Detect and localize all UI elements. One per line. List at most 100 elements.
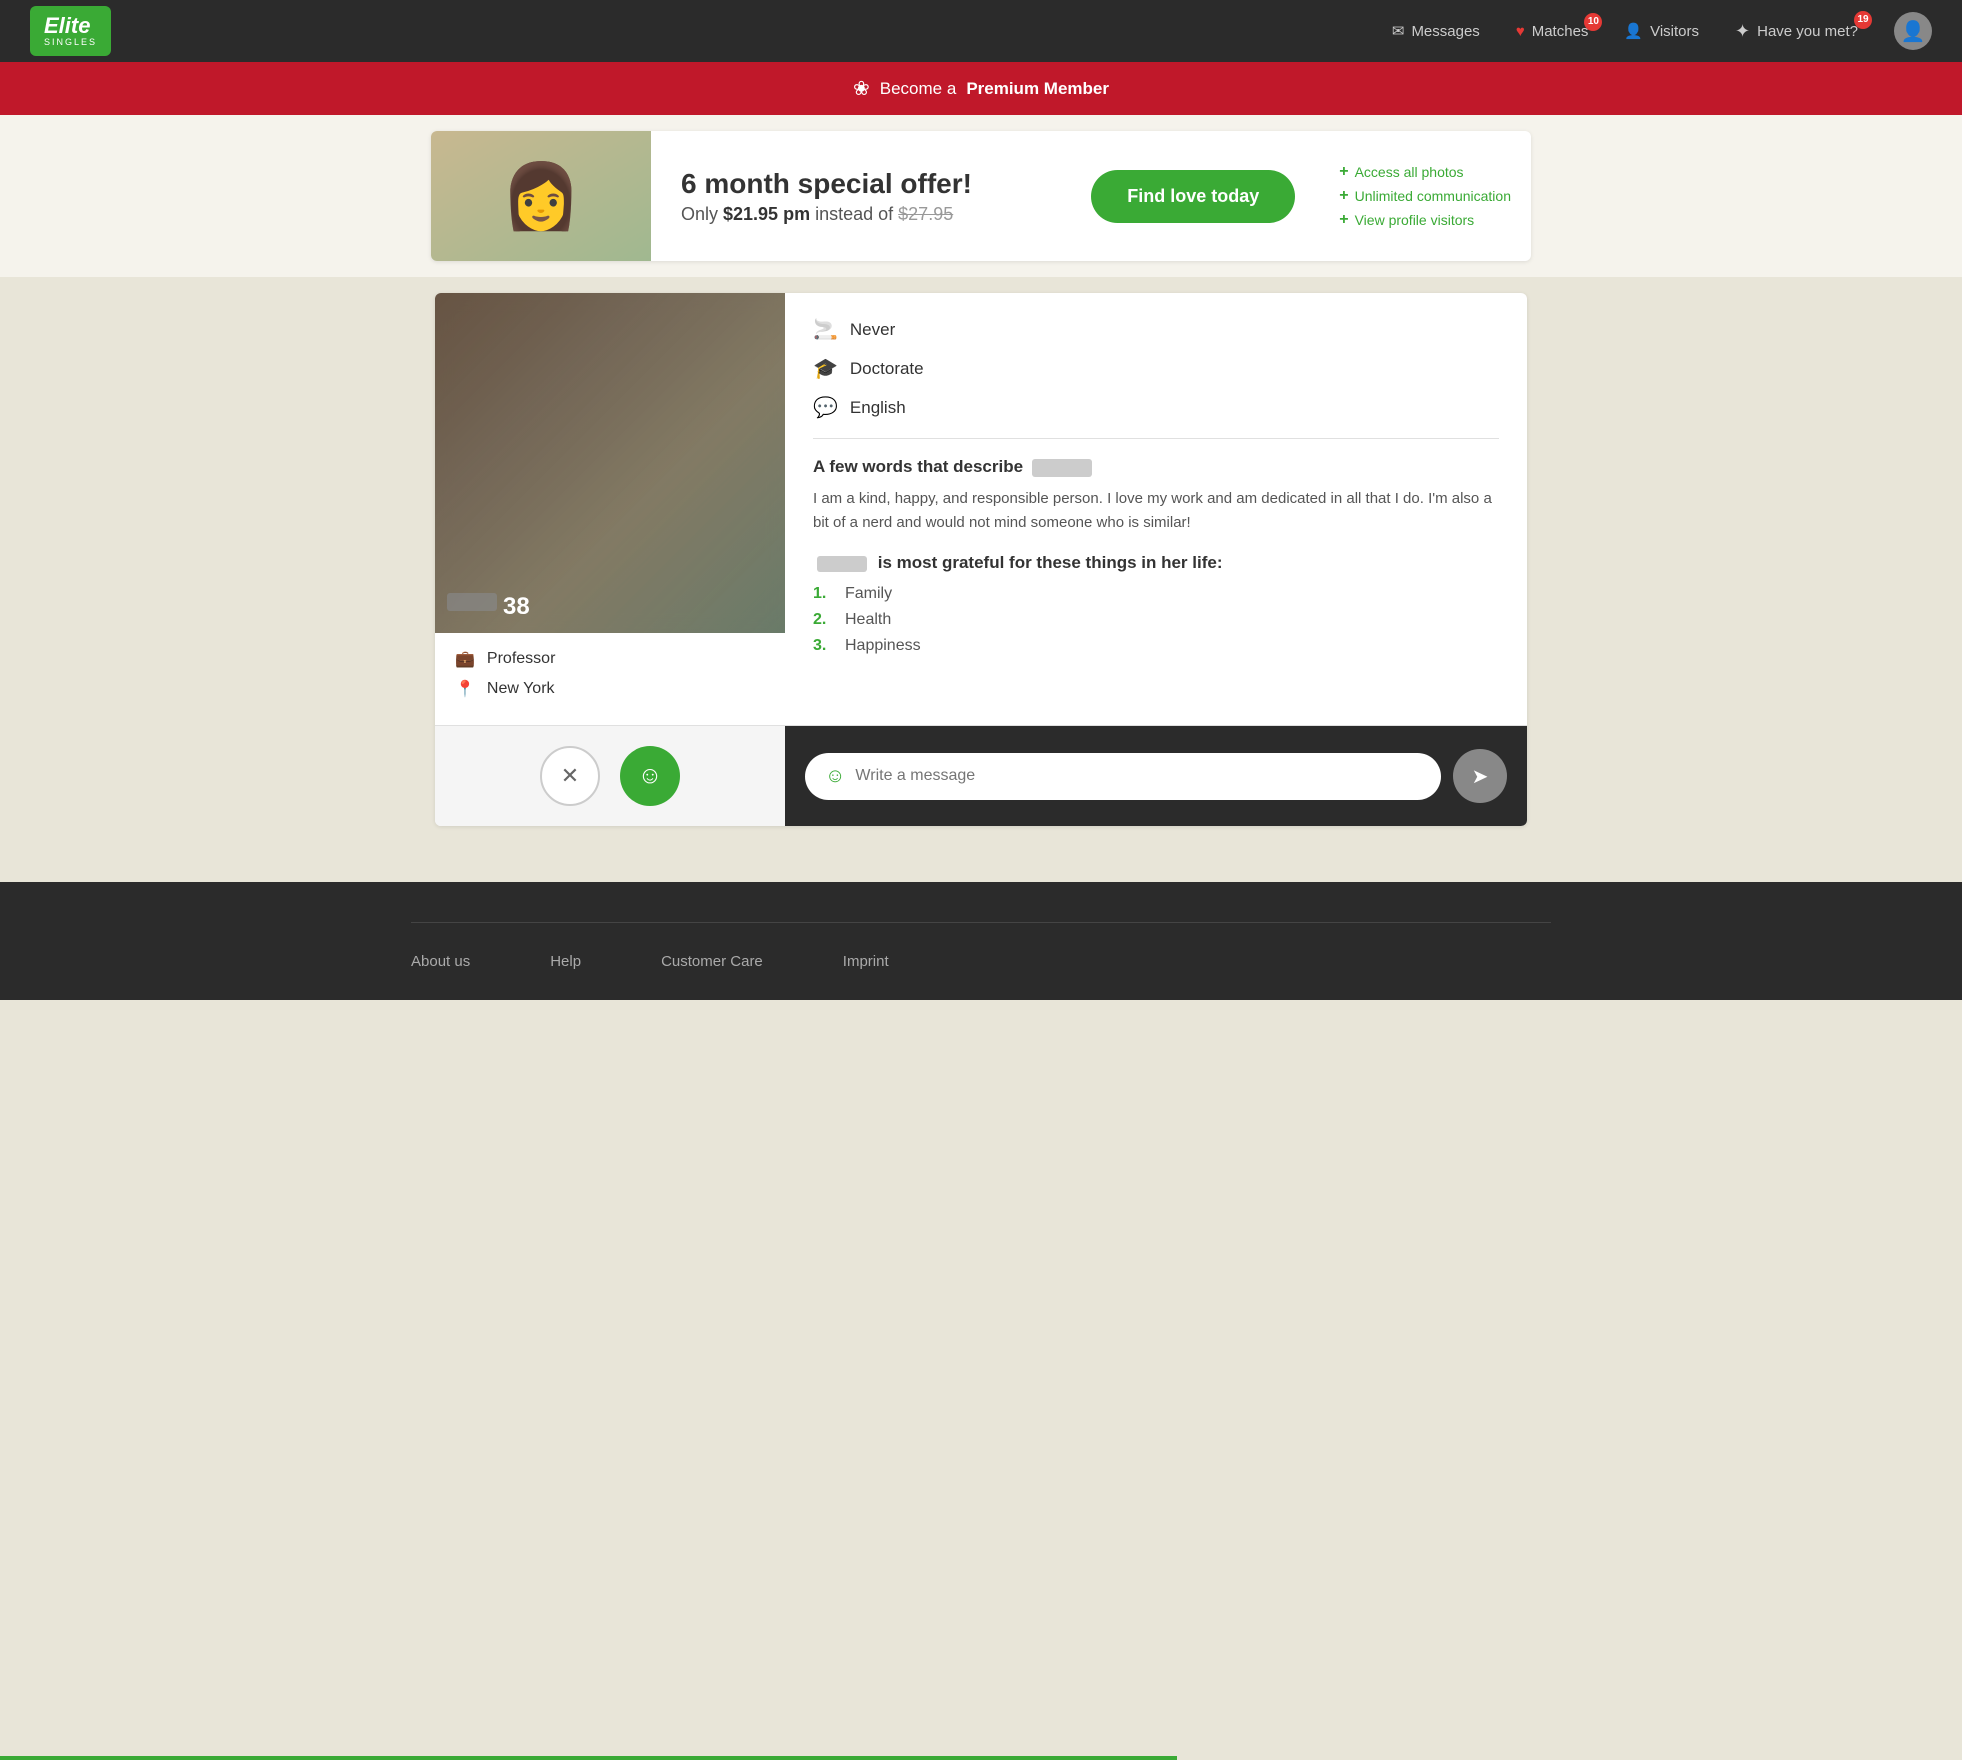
smoke-icon [813,317,838,342]
send-button[interactable] [1453,749,1507,803]
action-buttons [435,726,785,826]
banner-flower-icon: ❀ [853,76,870,101]
grateful-title-text: is most grateful for these things in her… [878,553,1223,572]
footer-help[interactable]: Help [550,953,581,970]
price-label: Only [681,204,723,224]
divider-1 [813,438,1499,439]
language-label: English [850,398,906,418]
feature-visitors-label: View profile visitors [1355,212,1475,228]
feature-visitors: View profile visitors [1339,211,1511,229]
message-input[interactable] [855,767,1421,785]
cross-icon [561,763,579,789]
message-input-wrap: ☺ [805,753,1441,800]
smoking-label: Never [850,320,895,340]
profile-bottom: ☺ [435,725,1527,826]
profile-photo-col: 38 Professor New York [435,293,785,725]
grateful-section: is most grateful for these things in her… [813,553,1499,655]
profile-sidebar-info: Professor New York [435,633,785,725]
offer-section: 👩 6 month special offer! Only $21.95 pm … [0,115,1962,277]
offer-features: Access all photos Unlimited communicatio… [1319,143,1531,249]
logo-text: Elite [44,13,90,38]
describe-text: I am a kind, happy, and responsible pers… [813,487,1499,535]
premium-banner[interactable]: ❀ Become a Premium Member [0,62,1962,115]
feature-photos: Access all photos [1339,163,1511,181]
nav-have-you-met[interactable]: ✦ Have you met? 19 [1735,21,1858,42]
progress-bar [0,1756,1177,1760]
banner-bold: Premium Member [966,79,1109,99]
matches-label: Matches [1532,23,1589,40]
send-icon [1472,764,1489,789]
met-icon: ✦ [1735,21,1750,42]
offer-price: Only $21.95 pm instead of $27.95 [681,204,1037,225]
location-label: New York [487,680,555,698]
smile-icon [638,762,663,790]
logo-sub: SINGLES [44,38,97,48]
work-icon [455,649,475,669]
footer: About us Help Customer Care Imprint [0,882,1962,1000]
profile-photo: 38 [435,293,785,633]
plus-icon-2 [1339,187,1348,205]
offer-title: 6 month special offer! [681,168,1037,200]
offer-img-inner: 👩 [431,131,651,261]
dismiss-button[interactable] [540,746,600,806]
offer-text-block: 6 month special offer! Only $21.95 pm in… [651,148,1067,245]
like-button[interactable] [620,746,680,806]
describe-section: A few words that describe I am a kind, h… [813,457,1499,535]
nav-messages[interactable]: Messages [1392,22,1480,40]
visitors-label: Visitors [1650,23,1699,40]
smoking-row: Never [813,317,1499,342]
price-main: $21.95 pm [723,204,810,224]
find-love-button[interactable]: Find love today [1091,170,1295,223]
footer-links: About us Help Customer Care Imprint [411,953,1551,970]
profile-body: 38 Professor New York [435,293,1527,725]
profile-card: 38 Professor New York [435,293,1527,826]
education-label: Doctorate [850,359,924,379]
message-col: ☺ [785,726,1527,826]
occupation-row: Professor [455,649,765,669]
site-header: Elite SINGLES Messages Matches 10 Visito… [0,0,1962,62]
photo-blur-overlay [435,293,785,633]
person-icon [1624,22,1643,40]
describe-title: A few words that describe [813,457,1499,477]
nav-matches[interactable]: Matches 10 [1516,23,1589,40]
avatar-icon: 👤 [1901,19,1926,44]
feature-photos-label: Access all photos [1355,164,1464,180]
occupation-label: Professor [487,650,555,668]
footer-about[interactable]: About us [411,953,470,970]
plus-icon-3 [1339,211,1348,229]
name-blur-describe [1032,459,1092,477]
avatar[interactable]: 👤 [1894,12,1932,50]
footer-imprint[interactable]: Imprint [843,953,889,970]
language-row: English [813,395,1499,420]
grateful-title: is most grateful for these things in her… [813,553,1499,573]
matches-badge: 10 [1584,13,1602,31]
offer-card: 👩 6 month special offer! Only $21.95 pm … [431,131,1531,261]
model-icon: 👩 [501,159,581,234]
grateful-item-1: 1. Family [813,585,1499,603]
progress-bar-wrap [0,1756,1962,1760]
profile-info-col: Never Doctorate English A few words that… [785,293,1527,725]
messages-label: Messages [1411,23,1479,40]
grateful-item-2: 2. Health [813,611,1499,629]
banner-prefix: Become a [880,79,957,99]
offer-image: 👩 [431,131,651,261]
price-instead: instead of [815,204,898,224]
name-blur-grateful [817,556,867,572]
feature-communication-label: Unlimited communication [1355,188,1511,204]
education-row: Doctorate [813,356,1499,381]
site-logo[interactable]: Elite SINGLES [30,6,111,56]
footer-customer-care[interactable]: Customer Care [661,953,763,970]
name-badge-blur [447,593,497,611]
grateful-item-3: 3. Happiness [813,637,1499,655]
nav-visitors[interactable]: Visitors [1624,22,1699,40]
price-old: $27.95 [898,204,953,224]
photo-age-badge: 38 [447,593,530,621]
smile-msg-icon: ☺ [825,765,845,788]
speech-icon [813,395,838,420]
location-icon [455,679,475,699]
envelope-icon [1392,22,1405,40]
feature-communication: Unlimited communication [1339,187,1511,205]
have-you-met-label: Have you met? [1757,23,1858,40]
location-row: New York [455,679,765,699]
graduate-icon [813,356,838,381]
